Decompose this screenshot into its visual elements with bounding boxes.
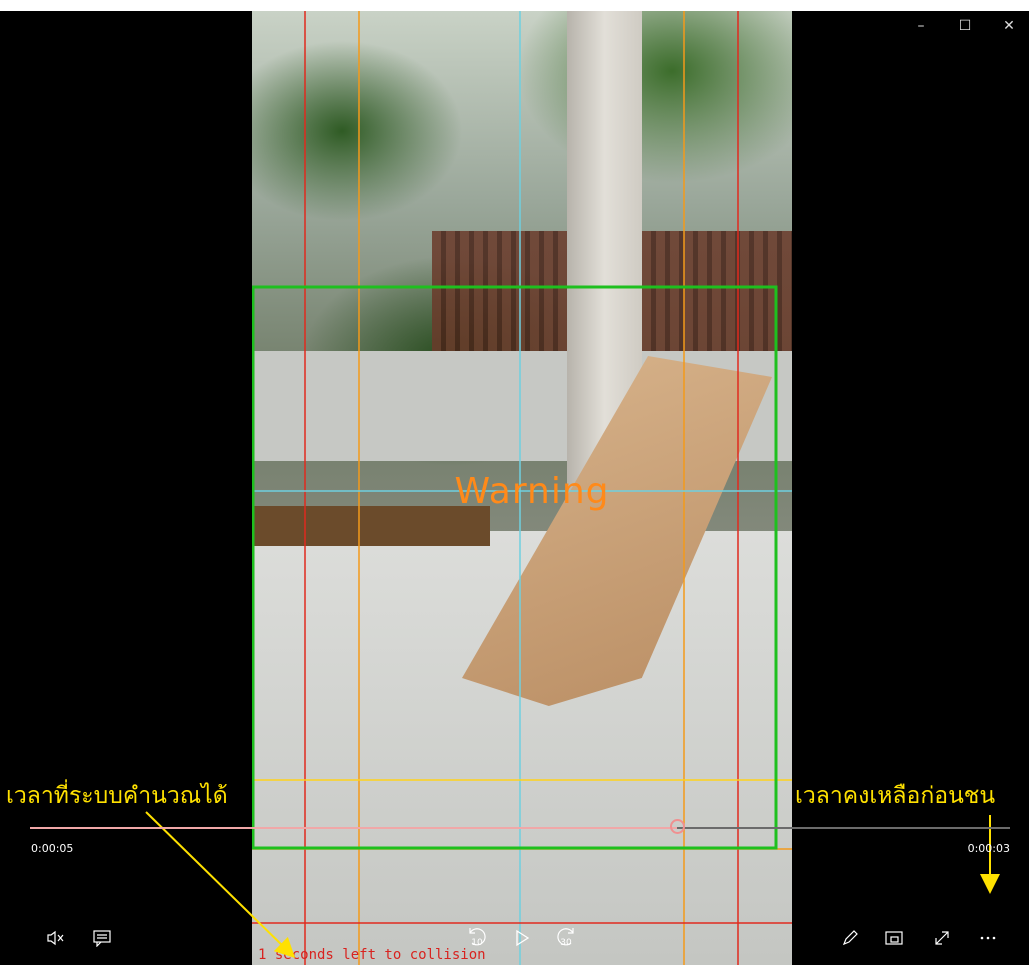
seek-bar[interactable] — [30, 819, 1010, 834]
play-icon — [516, 929, 530, 947]
skip-forward-label: 30 — [560, 938, 572, 948]
more-options-button[interactable] — [976, 926, 1000, 950]
fullscreen-icon — [935, 931, 949, 945]
captions-icon — [93, 930, 111, 947]
skip-back-button[interactable]: 10 — [464, 926, 490, 950]
pen-icon — [842, 930, 858, 946]
remaining-time: 0:00:03 — [967, 842, 1010, 855]
skip-back-label: 10 — [471, 938, 483, 948]
mute-icon — [47, 930, 64, 946]
fullscreen-button[interactable] — [930, 926, 954, 950]
more-icon — [980, 936, 996, 940]
mini-view-icon — [885, 931, 903, 945]
skip-back-icon: 10 — [469, 928, 486, 948]
skip-forward-button[interactable]: 30 — [553, 926, 579, 950]
arrow-left — [145, 811, 296, 958]
seek-bar-thumb[interactable] — [669, 819, 685, 834]
captions-button[interactable] — [90, 926, 114, 950]
annotation-arrows — [145, 811, 1000, 958]
elapsed-time: 0:00:05 — [31, 842, 74, 855]
mute-button[interactable] — [44, 926, 68, 950]
seek-bar-fill — [30, 827, 677, 829]
skip-forward-icon: 30 — [557, 928, 574, 948]
edit-button[interactable] — [838, 926, 862, 950]
mini-view-button[interactable] — [882, 926, 906, 950]
play-button[interactable] — [510, 926, 534, 950]
